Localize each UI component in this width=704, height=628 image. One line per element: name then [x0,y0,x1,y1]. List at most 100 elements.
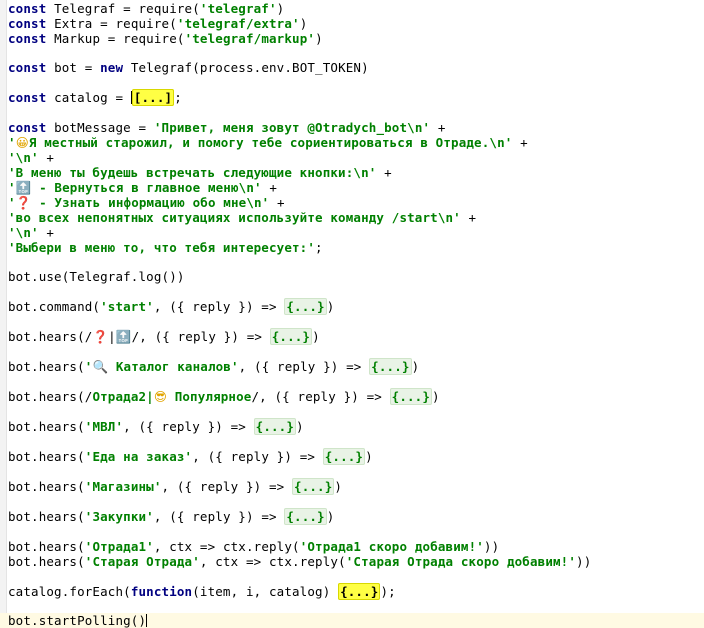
code-text: ; [315,240,323,255]
code-text: , ({ reply }) => [123,419,254,434]
string-token: '\n' [8,225,39,240]
code-line[interactable]: const botMessage = 'Привет, меня зовут @… [8,120,446,135]
string-token: 'во всех непонятных ситуациях используйт… [8,210,461,225]
code-line[interactable]: const Markup = require('telegraf/markup'… [8,31,323,46]
code-text: bot = [46,60,101,75]
code-text: Markup = require( [46,31,185,46]
code-line[interactable]: bot.use(Telegraf.log()) [8,269,185,284]
string-token: - Вернуться в главное меню\n' [31,180,262,195]
code-text: Telegraf(process.env.BOT_TOKEN) [123,60,369,75]
top-arrow-emoji-icon: 🔝 [115,329,132,344]
code-text: ; [174,90,182,105]
code-line[interactable]: bot.hears('Магазины', ({ reply }) => {..… [8,478,343,495]
code-text: /, ({ reply }) => [251,389,390,404]
code-line[interactable]: '😀Я местный старожил, и помогу тебе сори… [8,135,528,150]
code-line[interactable]: bot.command('start', ({ reply }) => {...… [8,298,334,315]
string-token: '\n' [8,150,39,165]
code-text: )) [483,539,500,554]
code-text: + [430,120,446,135]
code-text: ) [299,16,308,31]
folded-block-highlighted[interactable]: {...} [338,583,381,600]
folded-block[interactable]: {...} [389,388,433,405]
code-line[interactable]: bot.startPolling() [0,613,704,628]
code-line[interactable]: bot.hears('МВЛ', ({ reply }) => {...}) [8,418,304,435]
string-token: 'start' [100,299,154,314]
folded-block[interactable]: {...} [284,298,327,315]
code-editor[interactable]: const Telegraf = require('telegraf') cons… [0,0,704,628]
code-text: bot.hears(/ [8,389,93,404]
code-text: bot.hears( [8,539,85,554]
keyword-token: new [100,60,124,75]
string-token: 'Выбери в меню то, что тебя интересует:' [8,240,316,255]
folded-block[interactable]: {...} [269,328,313,345]
code-line[interactable]: 'В меню ты будешь встречать следующие кн… [8,165,392,180]
string-token: Я местный старожил, и помогу тебе сориен… [28,135,513,150]
code-line[interactable]: 'Выбери в меню то, что тебя интересует:'… [8,240,323,255]
code-text: , ({ reply }) => [192,449,323,464]
code-line[interactable]: catalog.forEach(function(item, i, catalo… [8,583,396,600]
code-line[interactable]: '\n' + [8,150,54,165]
string-token: 'Привет, меня зовут @Otradych_bot\n' [153,120,431,135]
code-line[interactable]: bot.hears('Закупки', ({ reply }) => {...… [8,508,334,525]
folded-block-highlighted[interactable]: [...] [131,89,175,106]
code-text: ) [312,329,320,344]
code-line[interactable]: '❓ - Узнать информацию обо мне\n' + [8,195,285,210]
string-token: 'МВЛ' [84,419,124,434]
code-line[interactable]: '\n' + [8,225,54,240]
code-line[interactable]: bot.hears(/Отрада2|😎 Популярное/, ({ rep… [8,388,440,405]
code-text: , ({ reply }) => [238,359,370,374]
code-line[interactable]: '🔝 - Вернуться в главное меню\n' + [8,180,277,195]
string-token: ' [8,135,16,150]
code-line[interactable]: bot.hears('Старая Отрада', ctx => ctx.re… [8,554,591,569]
text-caret [146,614,148,627]
code-line[interactable]: bot.hears('Отрада1', ctx => ctx.reply('О… [8,539,499,554]
code-text: , ({ reply }) => [153,299,285,314]
folded-block[interactable]: {...} [253,418,297,435]
code-text: Extra = require( [46,16,177,31]
code-text: ) [334,479,343,494]
string-token: 'Отрада1' [84,539,154,554]
code-line[interactable]: bot.hears('🔍 Каталог каналов', ({ reply … [8,358,419,375]
keyword-token: const [8,16,47,31]
code-line[interactable]: 'во всех непонятных ситуациях используйт… [8,210,476,225]
code-text: + [512,135,528,150]
editor-gutter[interactable] [0,0,7,628]
string-token: Популярное [167,389,252,404]
string-token: 'Старая Отрада скоро добавим!' [345,554,577,569]
code-text: + [376,165,392,180]
keyword-token: const [8,31,47,46]
string-token: 'Закупки' [84,509,154,524]
code-text: , ({ reply }) => [153,509,285,524]
keyword-token: const [8,90,47,105]
code-text: bot.startPolling() [8,613,147,628]
code-text: bot.command( [8,299,101,314]
question-mark-emoji-icon: ❓ [15,195,32,210]
code-text: bot.hears( [8,419,85,434]
code-line[interactable]: const bot = new Telegraf(process.env.BOT… [8,60,369,75]
code-text: bot.use(Telegraf.log()) [8,269,185,284]
top-arrow-emoji-icon: 🔝 [15,180,32,195]
string-token: ' [8,195,16,210]
top-arrow-emoji-icon: 🔍 [92,359,109,374]
string-token: 'Старая Отрада' [84,554,200,569]
code-text: , ctx => ctx.reply( [153,539,300,554]
string-token: - Узнать информацию обо мне\n' [31,195,270,210]
folded-block[interactable]: {...} [292,478,335,495]
code-line[interactable]: const Extra = require('telegraf/extra') [8,16,307,31]
code-text: + [38,150,55,165]
code-text: bot.hears( [8,554,85,569]
string-token: 'telegraf/markup' [184,31,316,46]
folded-block[interactable]: {...} [369,358,412,375]
code-line[interactable]: bot.hears(/❓|🔝/, ({ reply }) => {...}) [8,328,320,345]
folded-block[interactable]: {...} [322,448,366,465]
string-token: 'Магазины' [84,479,162,494]
string-token: Каталог каналов' [108,359,239,374]
folded-block[interactable]: {...} [284,508,327,525]
code-text: ) [296,419,304,434]
code-line[interactable]: bot.hears('Еда на заказ', ({ reply }) =>… [8,448,373,465]
string-token: 'В меню ты будешь встречать следующие кн… [8,165,377,180]
keyword-token: const [8,120,47,135]
code-line[interactable]: const Telegraf = require('telegraf') [8,1,284,16]
string-token: 'Отрада1 скоро добавим!' [299,539,484,554]
code-line[interactable]: const catalog = [...]; [8,89,182,106]
